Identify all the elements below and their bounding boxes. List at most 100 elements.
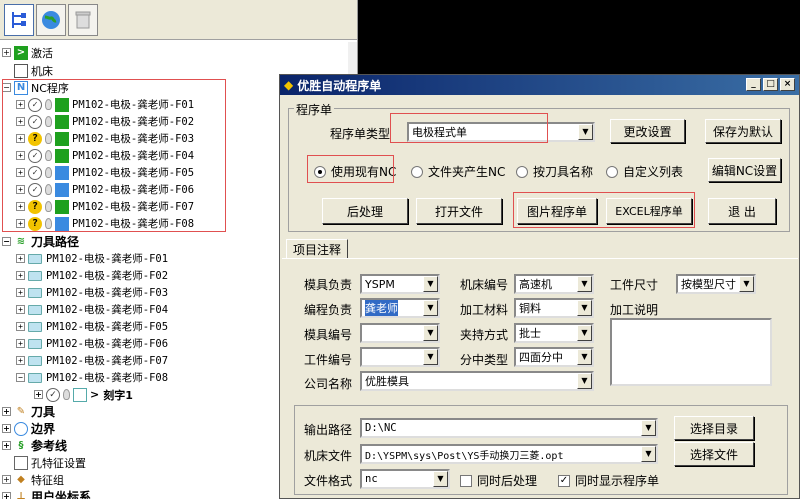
tree-view-button[interactable]: [4, 3, 34, 36]
chevron-down-icon[interactable]: ▼: [423, 349, 438, 365]
image-program-sheet-button[interactable]: 图片程序单: [517, 198, 597, 224]
maximize-button[interactable]: □: [763, 78, 778, 91]
exit-button[interactable]: 退 出: [708, 198, 776, 224]
mold-no-select[interactable]: ▼: [360, 323, 440, 343]
nc-file-icon: [55, 216, 69, 231]
tree-item-nc-program[interactable]: − N NC程序: [2, 79, 69, 96]
nc-item[interactable]: + ✓ PM102-电极-龚老师-F01: [16, 96, 194, 113]
material-select[interactable]: 铜料 ▼: [514, 298, 594, 318]
machine-no-select[interactable]: 高速机 ▼: [514, 274, 594, 294]
nc-item[interactable]: + ✓ PM102-电极-龚老师-F06: [16, 181, 194, 198]
output-path-select[interactable]: D:\NC ▼: [360, 418, 658, 438]
split-type-select[interactable]: 四面分中 ▼: [514, 347, 594, 367]
folder-icon: [28, 338, 42, 349]
chevron-down-icon[interactable]: ▼: [577, 373, 592, 389]
company-select[interactable]: 优胜模具 ▼: [360, 371, 594, 391]
chevron-down-icon[interactable]: ▼: [577, 325, 592, 341]
clamp-select[interactable]: 批士 ▼: [514, 323, 594, 343]
radio-folder-generate-nc[interactable]: 文件夹产生NC: [411, 163, 505, 180]
feature-group-icon: ◆: [17, 474, 25, 485]
toolpath-item[interactable]: + PM102-电极-龚老师-F04: [16, 301, 168, 318]
activate-icon: >: [14, 45, 28, 60]
recycle-bin-button[interactable]: [68, 3, 98, 36]
toolpath-item[interactable]: + PM102-电极-龚老师-F06: [16, 335, 168, 352]
select-file-button[interactable]: 选择文件: [674, 442, 754, 466]
nc-item[interactable]: +? PM102-电极-龚老师-F07: [16, 198, 194, 215]
radio-custom-list[interactable]: 自定义列表: [606, 163, 683, 180]
tree-item-toolpath[interactable]: − ≋ 刀具路径: [2, 233, 79, 250]
post-process-button[interactable]: 后处理: [322, 198, 408, 224]
nc-item[interactable]: +? PM102-电极-龚老师-F08: [16, 215, 194, 232]
checkbox-show-sheet[interactable]: ✓ 同时显示程序单: [558, 472, 659, 489]
chevron-down-icon[interactable]: ▼: [577, 300, 592, 316]
type-select[interactable]: 电极程式单 ▼: [407, 122, 595, 142]
tree-item-tool[interactable]: + ✎ 刀具: [2, 403, 55, 420]
tree-item-machine[interactable]: 机床: [2, 62, 53, 79]
mold-no-label: 模具编号: [304, 328, 353, 342]
collapse-icon[interactable]: −: [2, 83, 11, 92]
radio-by-tool-name[interactable]: 按刀具名称: [516, 163, 593, 180]
tab-project-notes[interactable]: 项目注释: [286, 239, 348, 259]
tree-item-activate[interactable]: + > 激活: [2, 44, 53, 61]
expand-icon[interactable]: +: [2, 48, 11, 57]
chevron-down-icon[interactable]: ▼: [641, 420, 656, 436]
arrow-icon: >: [90, 388, 100, 401]
programmer-select[interactable]: 龚老师 ▼: [360, 298, 440, 318]
toolpath-item[interactable]: + PM102-电极-龚老师-F07: [16, 352, 168, 369]
open-file-button[interactable]: 打开文件: [416, 198, 502, 224]
mold-owner-select[interactable]: YSPM ▼: [360, 274, 440, 294]
split-type-label: 分中类型: [460, 353, 509, 367]
chevron-down-icon[interactable]: ▼: [578, 124, 593, 140]
toolpath-icon: ≋: [16, 236, 26, 247]
auto-program-sheet-dialog: ◆ 优胜自动程序单 _ □ × 程序单 程序单类型 电极程式单 ▼ 更改设置 保存…: [279, 74, 800, 499]
machine-file-select[interactable]: D:\YSPM\sys\Post\YS手动换刀三菱.opt ▼: [360, 444, 658, 464]
chevron-down-icon[interactable]: ▼: [433, 471, 448, 487]
toolpath-subitem[interactable]: + ✓ > 刻字1: [34, 386, 133, 403]
file-format-select[interactable]: nc ▼: [360, 469, 450, 489]
nc-item[interactable]: + ✓ PM102-电极-龚老师-F02: [16, 113, 194, 130]
question-icon: ?: [28, 216, 42, 231]
tree-item-reference-line[interactable]: + § 参考线: [2, 437, 67, 454]
chevron-down-icon[interactable]: ▼: [423, 325, 438, 341]
lightbulb-icon: [45, 133, 52, 144]
tree-item-boundary[interactable]: + 边界: [2, 420, 55, 437]
chevron-down-icon[interactable]: ▼: [641, 446, 656, 462]
change-settings-button[interactable]: 更改设置: [610, 119, 685, 143]
check-icon: ✓: [28, 97, 42, 112]
chevron-down-icon[interactable]: ▼: [423, 300, 438, 316]
nc-item[interactable]: + ✓ PM102-电极-龚老师-F05: [16, 164, 194, 181]
workpiece-no-select[interactable]: ▼: [360, 347, 440, 367]
chevron-down-icon[interactable]: ▼: [739, 276, 754, 292]
radio-use-existing-nc[interactable]: 使用现有NC: [314, 163, 396, 180]
tree-item-hole-feature[interactable]: 孔特征设置: [2, 454, 86, 471]
toolpath-item[interactable]: + PM102-电极-龚老师-F01: [16, 250, 168, 267]
collapse-icon[interactable]: −: [2, 237, 11, 246]
chevron-down-icon[interactable]: ▼: [423, 276, 438, 292]
toolpath-item[interactable]: + PM102-电极-龚老师-F02: [16, 267, 168, 284]
checkbox-post-process[interactable]: 同时后处理: [460, 472, 537, 489]
edit-nc-settings-button[interactable]: 编辑NC设置: [708, 158, 781, 182]
minimize-button[interactable]: _: [746, 78, 761, 91]
chevron-down-icon[interactable]: ▼: [577, 349, 592, 365]
folder-icon: [28, 321, 42, 332]
toolpath-item[interactable]: + PM102-电极-龚老师-F05: [16, 318, 168, 335]
tree-item-feature-group[interactable]: + ◆ 特征组: [2, 471, 64, 488]
machine-no-label: 机床编号: [460, 278, 509, 292]
nc-file-icon: [55, 131, 69, 146]
nc-item[interactable]: +? PM102-电极-龚老师-F03: [16, 130, 194, 147]
check-icon: ✓: [28, 148, 42, 163]
globe-button[interactable]: [36, 3, 66, 36]
toolpath-item[interactable]: + PM102-电极-龚老师-F03: [16, 284, 168, 301]
notes-textarea[interactable]: [610, 318, 772, 386]
toolpath-item[interactable]: − PM102-电极-龚老师-F08: [16, 369, 168, 386]
tree-item-user-coord[interactable]: + ⊥ 用户坐标系: [2, 488, 91, 499]
excel-program-sheet-button[interactable]: EXCEL程序单: [606, 198, 692, 224]
nc-item[interactable]: + ✓ PM102-电极-龚老师-F04: [16, 147, 194, 164]
close-button[interactable]: ×: [780, 78, 795, 91]
workpiece-size-select[interactable]: 按模型尺寸 ▼: [676, 274, 756, 294]
lightbulb-icon: [45, 201, 52, 212]
select-directory-button[interactable]: 选择目录: [674, 416, 754, 440]
app-icon: ◆: [284, 78, 294, 92]
save-default-button[interactable]: 保存为默认: [705, 119, 781, 143]
chevron-down-icon[interactable]: ▼: [577, 276, 592, 292]
